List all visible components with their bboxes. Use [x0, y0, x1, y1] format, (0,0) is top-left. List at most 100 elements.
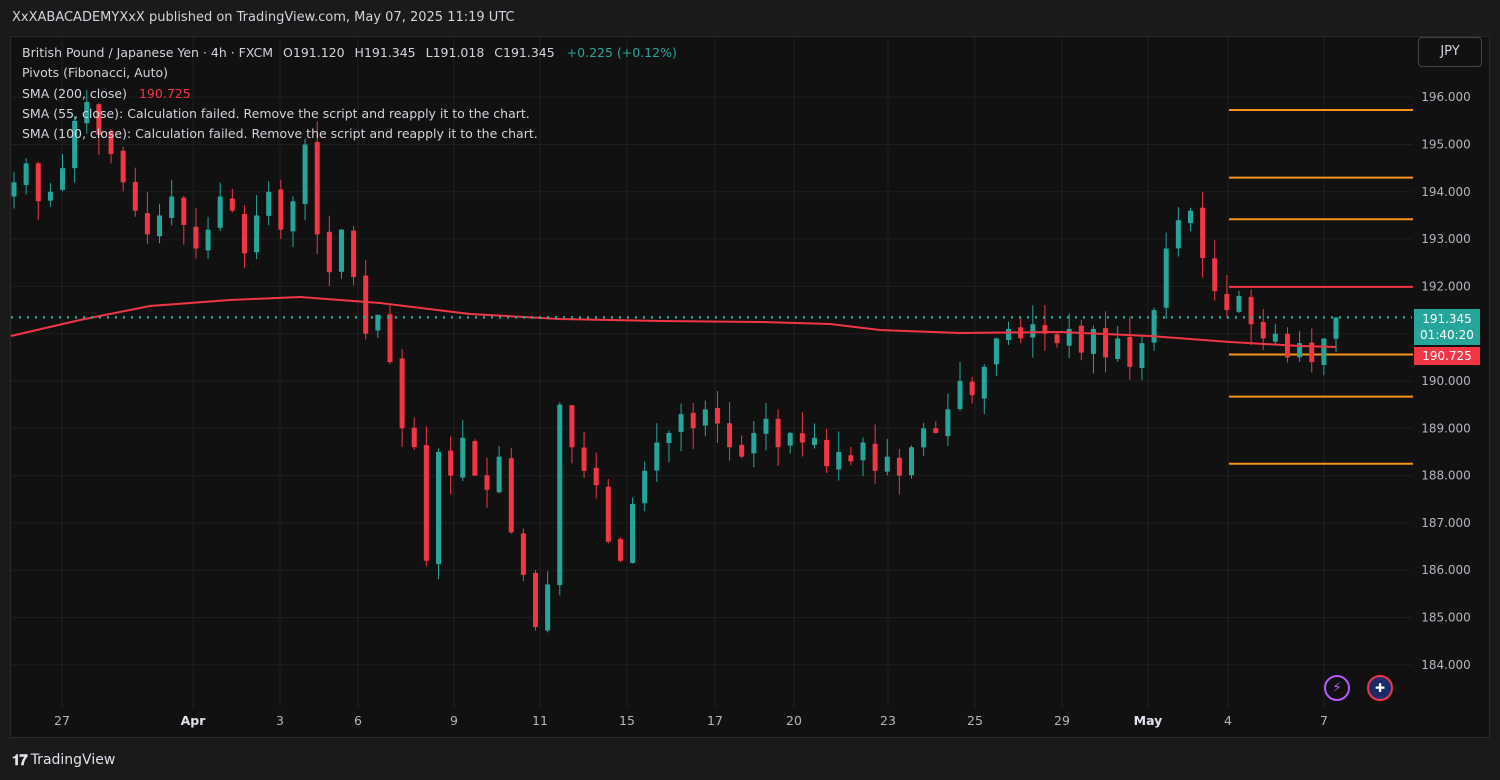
candle-body: [205, 229, 211, 251]
y-tick-label: 186.000: [1421, 563, 1471, 577]
y-tick-label: 196.000: [1421, 90, 1471, 104]
candle-body: [1151, 310, 1157, 343]
candle-body: [338, 229, 344, 272]
tradingview-logo[interactable]: 𝟏𝟕 TradingView: [12, 750, 115, 770]
candle-body: [1163, 248, 1169, 308]
x-tick-label: 11: [532, 713, 548, 728]
legend-sma55-row[interactable]: SMA (55, close): Calculation failed. Rem…: [22, 104, 677, 124]
chart-legend: British Pound / Japanese Yen · 4h · FXCM…: [22, 43, 677, 144]
y-tick-label: 190.000: [1421, 374, 1471, 388]
tradingview-logo-icon: 𝟏𝟕: [12, 751, 28, 769]
legend-sma100-row[interactable]: SMA (100, close): Calculation failed. Re…: [22, 124, 677, 144]
candle-body: [423, 445, 429, 561]
candle-body: [557, 404, 563, 586]
y-tick-label: 194.000: [1421, 185, 1471, 199]
candle-body: [496, 456, 502, 493]
x-tick-label: 4: [1224, 713, 1232, 728]
candle-body: [314, 141, 320, 235]
x-tick-label: 17: [707, 713, 723, 728]
candle-body: [520, 533, 526, 575]
x-tick-label: 3: [276, 713, 284, 728]
candle-body: [702, 409, 708, 426]
candle-body: [484, 475, 490, 490]
candle-body: [326, 231, 332, 273]
candle-body: [241, 213, 247, 254]
symbol-label[interactable]: British Pound / Japanese Yen · 4h · FXCM: [22, 45, 273, 60]
candle-body: [1078, 325, 1084, 353]
x-tick-label: 23: [880, 713, 896, 728]
candle-body: [1200, 207, 1206, 259]
candle-body: [1236, 295, 1242, 312]
candle-body: [1321, 338, 1327, 365]
candle-body: [654, 442, 660, 471]
close-value: C191.345: [494, 45, 555, 60]
candle-body: [1103, 328, 1109, 358]
candle-body: [1054, 334, 1060, 344]
last-price-tag: 191.345 01:40:20: [1414, 309, 1480, 345]
candle-body: [508, 458, 514, 533]
candle-body: [824, 439, 830, 467]
y-tick-label: 185.000: [1421, 611, 1471, 625]
lightning-icon[interactable]: ⚡: [1324, 675, 1350, 701]
candle-body: [1333, 317, 1339, 339]
candle-body: [254, 215, 260, 253]
candle-body: [969, 381, 975, 396]
candle-body: [387, 314, 393, 363]
x-tick-label: 29: [1054, 713, 1070, 728]
open-value: O191.120: [283, 45, 345, 60]
y-tick-label: 187.000: [1421, 516, 1471, 530]
candle-body: [533, 572, 539, 627]
legend-symbol-row[interactable]: British Pound / Japanese Yen · 4h · FXCM…: [22, 43, 677, 63]
candle-body: [47, 191, 53, 201]
candle-body: [921, 428, 927, 448]
candle-body: [860, 442, 866, 461]
legend-pivots-row[interactable]: Pivots (Fibonacci, Auto): [22, 63, 677, 83]
candle-body: [1248, 296, 1254, 325]
candle-body: [1187, 210, 1193, 224]
candle-body: [157, 215, 163, 237]
x-tick-label: 25: [967, 713, 983, 728]
candle-body: [169, 196, 175, 218]
candle-body: [909, 447, 915, 476]
candle-body: [593, 467, 599, 486]
x-tick-label: 9: [450, 713, 458, 728]
candle-body: [1115, 338, 1121, 359]
uk-flag-icon[interactable]: ✚: [1367, 675, 1393, 701]
x-tick-label: 27: [54, 713, 70, 728]
x-tick-label: 15: [619, 713, 635, 728]
candle-body: [1139, 343, 1145, 368]
legend-sma200-row[interactable]: SMA (200, close) 190.725: [22, 84, 677, 104]
x-tick-label: May: [1134, 713, 1163, 728]
candle-body: [23, 163, 29, 186]
sma-200-line: [10, 295, 1337, 348]
candle-body: [181, 197, 187, 225]
candle-body: [787, 433, 793, 446]
candle-body: [144, 213, 150, 235]
candle-body: [399, 358, 405, 429]
candle-body: [1212, 258, 1218, 292]
currency-button[interactable]: JPY: [1418, 37, 1482, 67]
candle-body: [836, 451, 842, 470]
candle-body: [896, 457, 902, 476]
candle-body: [714, 407, 720, 424]
candle-body: [945, 409, 951, 437]
candle-body: [1272, 333, 1278, 342]
candles: [11, 90, 1339, 633]
candle-body: [193, 226, 199, 249]
candle-body: [981, 366, 987, 399]
candle-body: [993, 338, 999, 365]
high-value: H191.345: [354, 45, 416, 60]
candle-body: [1030, 324, 1036, 338]
candle-body: [472, 441, 478, 476]
y-tick-label: 189.000: [1421, 421, 1471, 435]
x-tick-label: Apr: [181, 713, 207, 728]
candle-body: [799, 433, 805, 443]
y-tick-label: 184.000: [1421, 658, 1471, 672]
x-tick-label: 6: [354, 713, 362, 728]
bottom-bar: [0, 740, 1500, 780]
candle-body: [278, 189, 284, 230]
candle-body: [229, 198, 235, 211]
sma200-label: SMA (200, close): [22, 85, 127, 101]
candle-body: [132, 181, 138, 211]
x-tick-label: 7: [1320, 713, 1328, 728]
